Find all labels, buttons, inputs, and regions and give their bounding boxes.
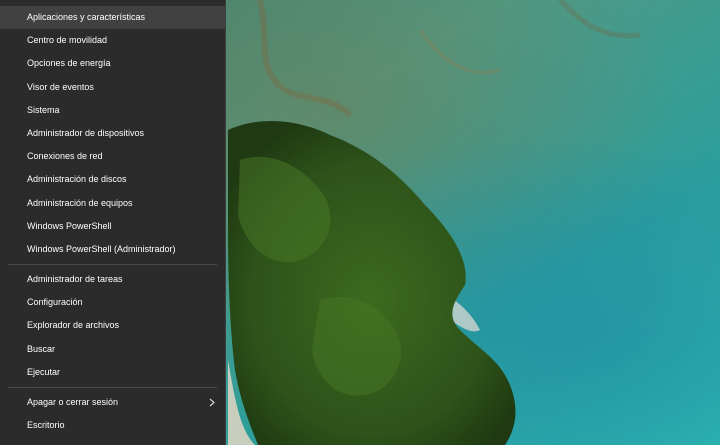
menu-item-mobility[interactable]: Centro de movilidad: [0, 29, 225, 52]
menu-item-event-viewer[interactable]: Visor de eventos: [0, 76, 225, 99]
menu-item-disk-management[interactable]: Administración de discos: [0, 168, 225, 191]
menu-item-label: Conexiones de red: [27, 151, 103, 162]
menu-item-apps[interactable]: Aplicaciones y características: [0, 6, 225, 30]
menu-item-label: Configuración: [27, 297, 83, 308]
menu-item-powershell-admin[interactable]: Windows PowerShell (Administrador): [0, 238, 225, 261]
menu-item-label: Administrador de tareas: [27, 274, 123, 285]
menu-item-label: Administración de equipos: [27, 197, 133, 208]
menu-item-label: Opciones de energía: [27, 58, 111, 69]
menu-item-shutdown-signout[interactable]: Apagar o cerrar sesión: [0, 391, 225, 414]
menu-item-desktop[interactable]: Escritorio: [0, 414, 225, 437]
chevron-right-icon: [209, 398, 215, 407]
menu-item-file-explorer[interactable]: Explorador de archivos: [0, 314, 225, 337]
menu-item-label: Administración de discos: [27, 174, 127, 185]
menu-item-run[interactable]: Ejecutar: [0, 361, 225, 384]
menu-separator: [8, 264, 217, 266]
menu-group-system-tools: Aplicaciones y características Centro de …: [0, 6, 225, 261]
menu-separator: [8, 387, 217, 388]
menu-item-label: Sistema: [27, 104, 60, 115]
menu-item-settings[interactable]: Configuración: [0, 291, 225, 314]
menu-item-network-connections[interactable]: Conexiones de red: [0, 145, 225, 168]
menu-item-label: Windows PowerShell: [27, 220, 112, 231]
menu-item-search[interactable]: Buscar: [0, 338, 225, 361]
menu-item-label: Aplicaciones y características: [27, 12, 146, 22]
menu-item-system[interactable]: Sistema: [0, 99, 225, 122]
menu-item-computer-management[interactable]: Administración de equipos: [0, 192, 225, 215]
menu-item-label: Visor de eventos: [27, 81, 94, 92]
menu-item-label: Administrador de dispositivos: [27, 127, 145, 138]
menu-item-device-manager[interactable]: Administrador de dispositivos: [0, 122, 225, 145]
menu-item-label: Centro de movilidad: [27, 35, 108, 46]
desktop: Aplicaciones y características Centro de …: [0, 0, 720, 445]
menu-item-label: Apagar o cerrar sesión: [27, 397, 119, 407]
menu-item-label: Windows PowerShell (Administrador): [27, 243, 176, 254]
menu-item-label: Buscar: [27, 343, 56, 354]
menu-item-label: Explorador de archivos: [27, 320, 120, 331]
menu-item-label: Ejecutar: [27, 366, 61, 377]
winx-context-menu: Aplicaciones y características Centro de …: [0, 0, 226, 445]
menu-group-session: Apagar o cerrar sesión Escritorio: [0, 391, 225, 437]
menu-item-task-manager[interactable]: Administrador de tareas: [0, 268, 225, 291]
menu-item-powershell[interactable]: Windows PowerShell: [0, 215, 225, 238]
menu-item-power-options[interactable]: Opciones de energía: [0, 52, 225, 75]
menu-group-utilities: Administrador de tareas Configuración Expl…: [0, 268, 225, 384]
menu-item-label: Escritorio: [27, 420, 65, 431]
